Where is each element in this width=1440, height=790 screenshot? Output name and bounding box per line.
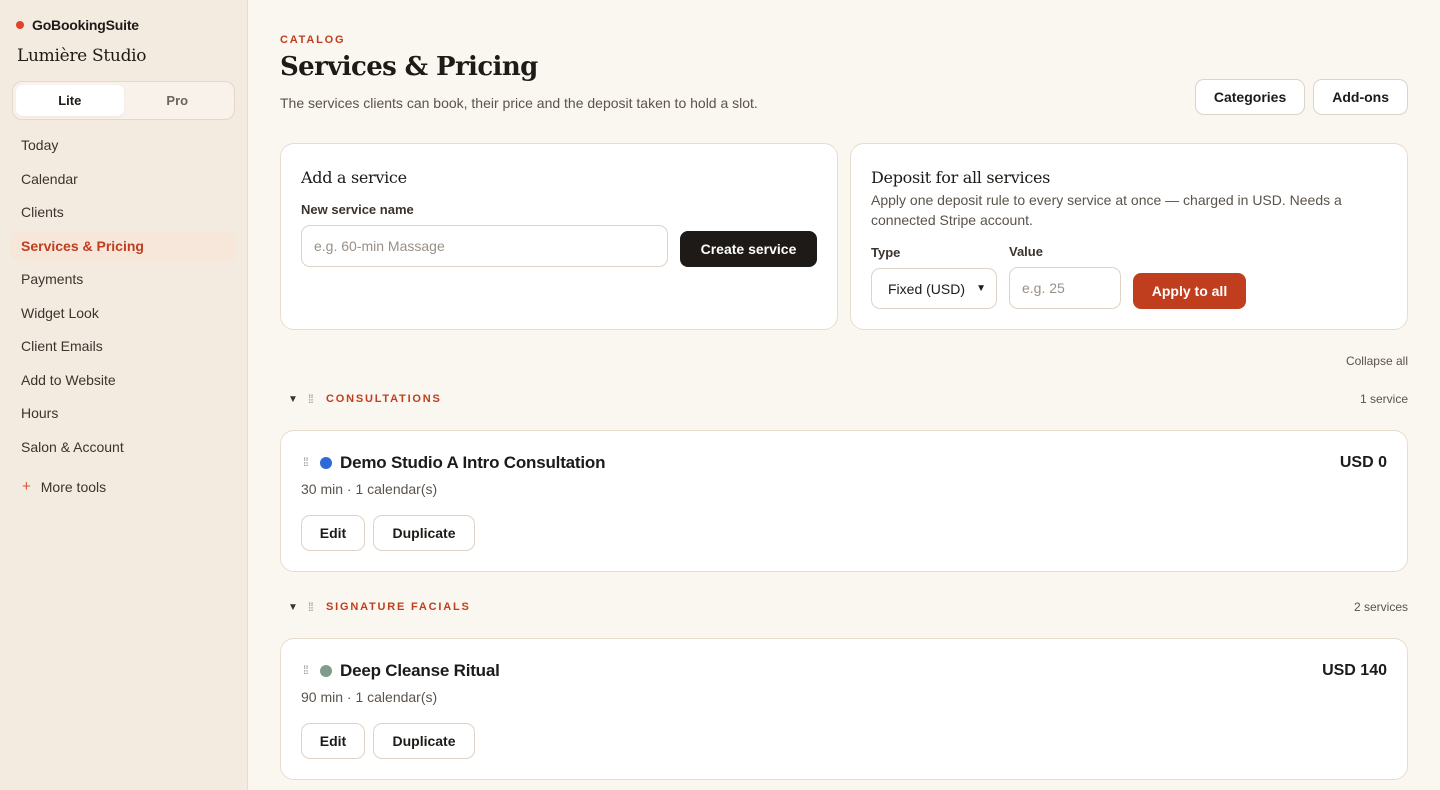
deposit-value-input[interactable]	[1009, 267, 1121, 309]
deposit-card: Deposit for all services Apply one depos…	[850, 143, 1408, 330]
sidebar-nav: Today Calendar Clients Services & Pricin…	[11, 130, 236, 465]
new-service-name-input[interactable]	[301, 225, 668, 267]
service-color-dot	[320, 665, 332, 677]
sidebar-item-widget-look[interactable]: Widget Look	[11, 298, 236, 328]
drag-handle-icon[interactable]: ⁞⁞	[303, 455, 309, 469]
duplicate-service-button[interactable]: Duplicate	[373, 723, 475, 759]
brand-dot-icon	[16, 21, 24, 29]
sidebar-item-today[interactable]: Today	[11, 130, 236, 160]
more-tools-label: More tools	[40, 478, 107, 495]
page-eyebrow: CATALOG	[280, 34, 346, 46]
service-meta: 30 min · 1 calendar(s)	[301, 481, 438, 497]
deposit-type-select[interactable]: Fixed (USD) ▼	[871, 268, 997, 309]
drag-handle-icon[interactable]: ⁞⁞	[303, 663, 309, 677]
sidebar-item-salon-account[interactable]: Salon & Account	[11, 432, 236, 462]
new-service-name-label: New service name	[301, 202, 414, 217]
sidebar-item-add-to-website[interactable]: Add to Website	[11, 365, 236, 395]
deposit-description: Apply one deposit rule to every service …	[871, 192, 1342, 228]
deposit-value-label: Value	[1009, 244, 1043, 259]
categories-button[interactable]: Categories	[1194, 79, 1306, 115]
collapse-all-button[interactable]: Collapse all	[1346, 354, 1408, 368]
drag-handle-icon[interactable]: ⁞⁞	[308, 392, 324, 406]
drag-handle-icon[interactable]: ⁞⁞	[308, 600, 324, 614]
create-service-button[interactable]: Create service	[680, 231, 817, 267]
add-ons-button[interactable]: Add-ons	[1313, 79, 1408, 115]
service-card: ⁞⁞ Deep Cleanse Ritual 90 min · 1 calend…	[280, 638, 1408, 780]
sidebar-item-clients[interactable]: Clients	[11, 197, 236, 227]
apply-to-all-button[interactable]: Apply to all	[1133, 273, 1246, 309]
main-content: CATALOG Services & Pricing The services …	[248, 0, 1440, 790]
sidebar-item-payments[interactable]: Payments	[11, 264, 236, 294]
page-title: Services & Pricing	[280, 52, 538, 82]
plan-option-pro[interactable]: Pro	[124, 85, 232, 116]
service-price: USD 140	[1322, 662, 1387, 679]
group-count: 2 services	[1353, 600, 1408, 614]
deposit-title: Deposit for all services	[871, 168, 1051, 187]
group-header-consultations: ▼ ⁞⁞ CONSULTATIONS 1 service	[288, 391, 1408, 407]
sidebar-item-client-emails[interactable]: Client Emails	[11, 331, 236, 361]
sidebar-item-hours[interactable]: Hours	[11, 398, 236, 428]
service-card: ⁞⁞ Demo Studio A Intro Consultation 30 m…	[280, 430, 1408, 572]
sidebar-item-calendar[interactable]: Calendar	[11, 164, 236, 194]
add-service-title: Add a service	[301, 168, 407, 187]
edit-service-button[interactable]: Edit	[301, 515, 365, 551]
sidebar-item-services-pricing[interactable]: Services & Pricing	[11, 230, 236, 261]
group-count: 1 service	[1359, 392, 1408, 406]
brand-name: GoBookingSuite	[32, 17, 139, 33]
deposit-type-label: Type	[871, 245, 901, 260]
chevron-down-icon: ▼	[976, 283, 986, 294]
service-name: Demo Studio A Intro Consultation	[340, 453, 606, 472]
header-actions: Categories Add-ons	[1194, 79, 1408, 115]
more-tools-button[interactable]: + More tools	[22, 478, 106, 495]
sidebar: GoBookingSuite Lumière Studio Lite Pro T…	[0, 0, 248, 790]
service-price: USD 0	[1339, 454, 1387, 471]
caret-down-icon[interactable]: ▼	[288, 602, 306, 613]
plus-icon: +	[22, 478, 31, 495]
service-name: Deep Cleanse Ritual	[340, 661, 500, 680]
plan-toggle: Lite Pro	[12, 81, 235, 120]
caret-down-icon[interactable]: ▼	[288, 394, 306, 405]
page-subtitle: The services clients can book, their pri…	[280, 95, 758, 111]
group-header-signature-facials: ▼ ⁞⁞ SIGNATURE FACIALS 2 services	[288, 599, 1408, 615]
deposit-type-value: Fixed (USD)	[888, 280, 966, 297]
studio-name: Lumière Studio	[17, 46, 147, 66]
plan-option-lite[interactable]: Lite	[16, 85, 124, 116]
add-service-card: Add a service New service name Create se…	[280, 143, 838, 330]
duplicate-service-button[interactable]: Duplicate	[373, 515, 475, 551]
group-name: CONSULTATIONS	[326, 393, 442, 405]
edit-service-button[interactable]: Edit	[301, 723, 365, 759]
group-name: SIGNATURE FACIALS	[326, 601, 471, 613]
service-meta: 90 min · 1 calendar(s)	[301, 689, 438, 705]
service-color-dot	[320, 457, 332, 469]
brand[interactable]: GoBookingSuite	[16, 17, 139, 33]
